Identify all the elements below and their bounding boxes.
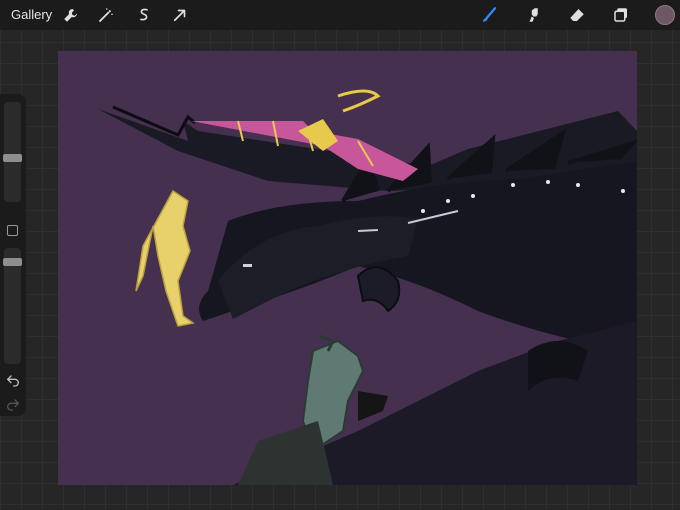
brush-icon[interactable]	[478, 4, 500, 26]
color-swatch[interactable]	[655, 5, 675, 25]
opacity-knob[interactable]	[3, 258, 22, 266]
top-toolbar: Gallery	[0, 0, 680, 30]
eraser-icon[interactable]	[566, 4, 588, 26]
square-modify-icon[interactable]	[7, 225, 18, 236]
dragon-illustration	[58, 51, 637, 485]
drawing-canvas[interactable]	[58, 51, 637, 485]
smudge-icon[interactable]	[523, 4, 545, 26]
gallery-button[interactable]: Gallery	[11, 7, 52, 22]
brush-size-knob[interactable]	[3, 154, 22, 162]
undo-icon[interactable]	[5, 372, 21, 388]
magic-wand-icon[interactable]	[95, 4, 117, 26]
selection-icon[interactable]	[133, 4, 155, 26]
left-sidebar	[0, 94, 26, 416]
transform-arrow-icon[interactable]	[169, 4, 191, 26]
layers-icon[interactable]	[610, 4, 632, 26]
wrench-icon[interactable]	[60, 4, 82, 26]
brush-size-slider[interactable]	[3, 102, 22, 202]
redo-icon[interactable]	[5, 396, 21, 412]
opacity-slider[interactable]	[3, 248, 22, 364]
